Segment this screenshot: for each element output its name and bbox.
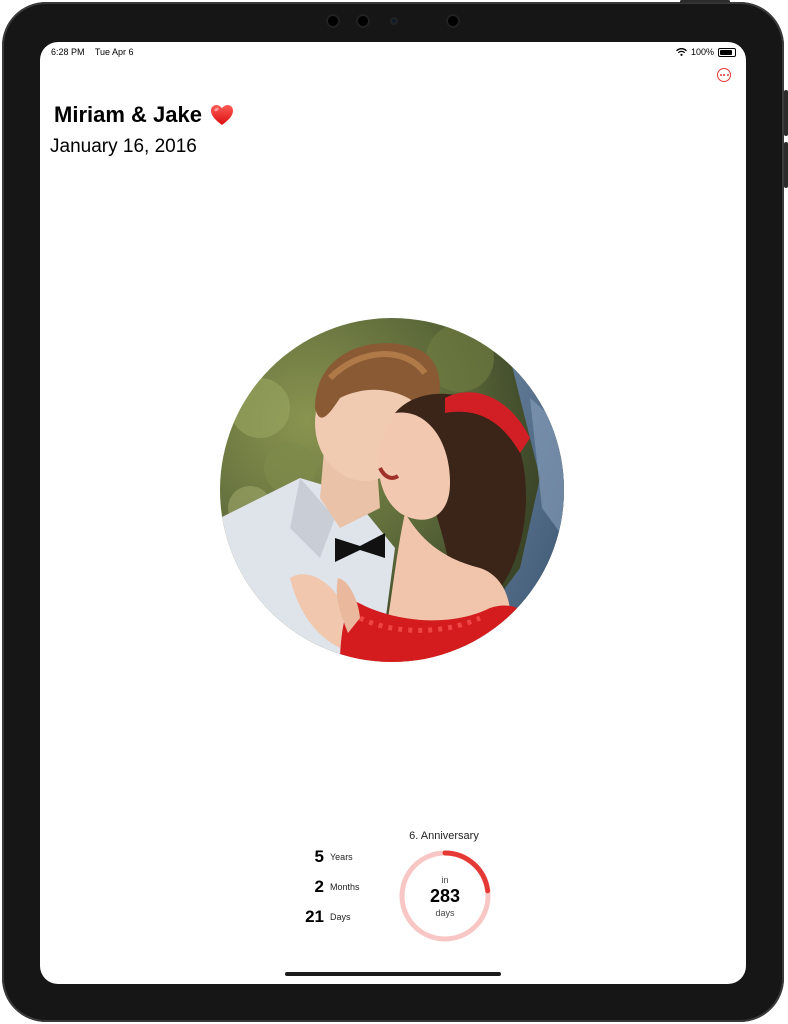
ipad-device: 6:28 PM Tue Apr 6 100% Miriam & Jake Jan… (0, 0, 788, 1024)
volume-down-button (784, 142, 788, 188)
relationship-start-date: January 16, 2016 (50, 136, 197, 157)
sensor-icon (356, 14, 370, 28)
volume-up-button (784, 90, 788, 136)
page-title: Miriam & Jake (54, 102, 234, 128)
battery-percent: 100% (690, 47, 714, 57)
days-value: 21 (305, 907, 324, 926)
anniversary-title: 6. Anniversary (409, 830, 479, 842)
app-screen: 6:28 PM Tue Apr 6 100% Miriam & Jake Jan… (40, 42, 746, 984)
couple-photo[interactable] (220, 318, 564, 662)
countdown-prefix: in (441, 874, 449, 885)
status-bar: 6:28 PM Tue Apr 6 100% (51, 47, 736, 61)
months-value: 2 (314, 877, 324, 896)
heart-icon (210, 105, 233, 125)
sensor-icon (446, 14, 460, 28)
countdown-suffix: days (435, 907, 455, 918)
battery-icon (718, 47, 736, 57)
ellipsis-icon (719, 74, 722, 76)
duration-days: 21 Days (296, 902, 406, 932)
duration-months: 2 Months (296, 872, 406, 902)
months-label: Months (330, 882, 360, 892)
status-time: 6:28 PM (51, 47, 85, 57)
photo-illustration (220, 318, 564, 662)
couple-names: Miriam & Jake (54, 102, 202, 127)
days-label: Days (330, 912, 351, 922)
more-options-button[interactable] (717, 68, 731, 82)
sensor-icon (326, 14, 340, 28)
years-label: Years (330, 852, 353, 862)
home-indicator[interactable] (285, 972, 501, 976)
status-date: Tue Apr 6 (94, 47, 134, 57)
top-power-button (680, 0, 730, 3)
countdown-days: 283 (429, 885, 461, 906)
wifi-icon (676, 48, 687, 56)
duration-counter: 5 Years 2 Months 21 Days (296, 842, 406, 932)
camera-lens-icon (390, 17, 398, 25)
years-value: 5 (314, 847, 324, 866)
anniversary-countdown: in 283 days (397, 848, 493, 944)
duration-years: 5 Years (296, 842, 406, 872)
